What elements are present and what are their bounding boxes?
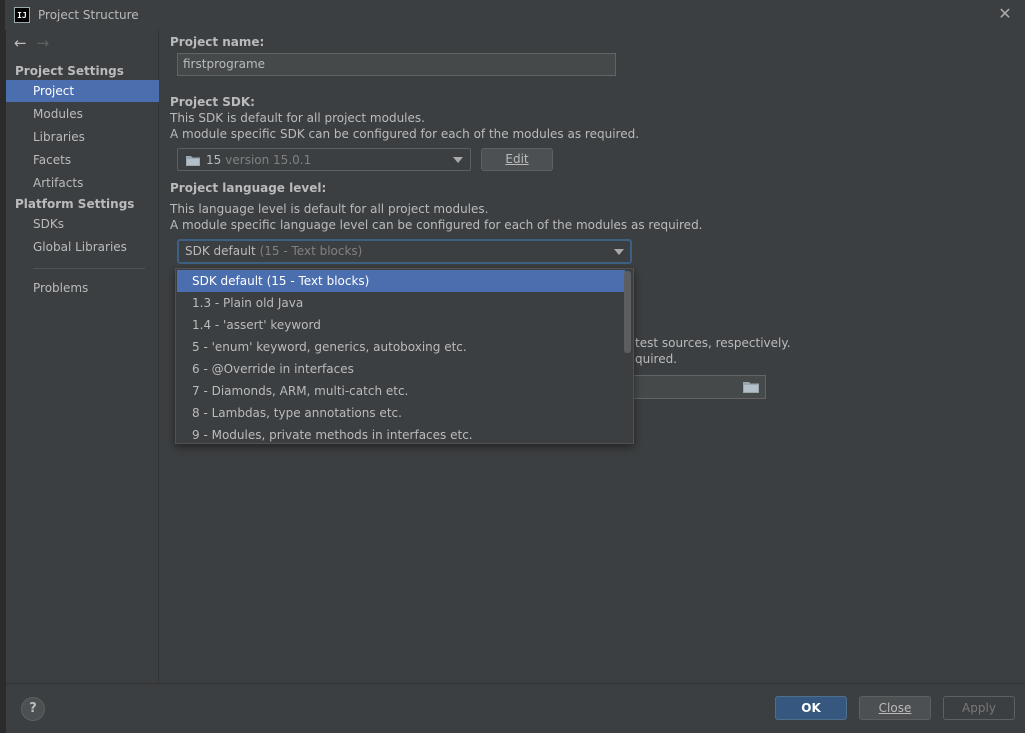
sidebar-item-modules[interactable]: Modules xyxy=(6,103,159,125)
language-option[interactable]: 9 - Modules, private methods in interfac… xyxy=(177,424,625,446)
language-option[interactable]: 7 - Diamonds, ARM, multi-catch etc. xyxy=(177,380,625,402)
compiler-output-input[interactable] xyxy=(632,375,766,399)
language-option[interactable]: 5 - 'enum' keyword, generics, autoboxing… xyxy=(177,336,625,358)
sidebar-item-libraries[interactable]: Libraries xyxy=(6,126,159,148)
sidebar: ← → Project Settings Project Modules Lib… xyxy=(6,30,159,683)
sidebar-item-artifacts[interactable]: Artifacts xyxy=(6,172,159,194)
project-name-label: Project name: xyxy=(170,35,265,49)
sidebar-header-project-settings: Project Settings xyxy=(15,64,124,78)
arrow-left-icon[interactable]: ← xyxy=(14,34,27,52)
project-structure-dialog: IJ Project Structure ✕ ← → Project Setti… xyxy=(0,0,1025,733)
dialog-button-bar: ? OK Close Apply xyxy=(6,683,1025,733)
language-help-text-1: This language level is default for all p… xyxy=(170,202,489,216)
language-option[interactable]: SDK default (15 - Text blocks) xyxy=(177,270,625,292)
sidebar-item-facets[interactable]: Facets xyxy=(6,149,159,171)
navigation-arrows: ← → xyxy=(14,34,49,52)
window-title: Project Structure xyxy=(38,8,139,22)
language-level-label: Project language level: xyxy=(170,181,327,195)
language-help-text-2: A module specific language level can be … xyxy=(170,218,703,232)
language-level-dropdown[interactable]: SDK default (15 - Text blocks) xyxy=(177,239,632,264)
apply-button[interactable]: Apply xyxy=(943,696,1015,720)
language-level-popup: SDK default (15 - Text blocks) 1.3 - Pla… xyxy=(175,268,634,444)
sdk-help-text-2: A module specific SDK can be configured … xyxy=(170,127,640,141)
help-button[interactable]: ? xyxy=(21,697,45,721)
language-option[interactable]: 8 - Lambdas, type annotations etc. xyxy=(177,402,625,424)
language-level-value: SDK default xyxy=(185,244,256,258)
ok-button[interactable]: OK xyxy=(775,696,847,720)
folder-icon[interactable] xyxy=(743,381,759,396)
sdk-help-text-1: This SDK is default for all project modu… xyxy=(170,111,425,125)
project-sdk-label: Project SDK: xyxy=(170,95,255,109)
sidebar-divider xyxy=(33,268,145,269)
project-name-input[interactable]: firstprograme xyxy=(177,53,616,76)
title-bar: IJ Project Structure ✕ xyxy=(5,0,1025,30)
obscured-text-fragment-1: test sources, respectively. xyxy=(635,336,791,350)
chevron-down-icon xyxy=(614,249,624,255)
sdk-version: version 15.0.1 xyxy=(225,152,312,167)
edit-sdk-button[interactable]: Edit xyxy=(481,148,553,171)
sdk-name: 15 xyxy=(206,152,222,167)
sidebar-item-problems[interactable]: Problems xyxy=(6,277,159,299)
sidebar-header-platform-settings: Platform Settings xyxy=(15,197,135,211)
popup-scrollbar-thumb[interactable] xyxy=(624,271,631,353)
popup-scrollbar[interactable] xyxy=(624,270,632,442)
project-sdk-dropdown[interactable]: 15 version 15.0.1 xyxy=(177,148,471,171)
sidebar-item-sdks[interactable]: SDKs xyxy=(6,213,159,235)
sidebar-item-global-libraries[interactable]: Global Libraries xyxy=(6,236,159,258)
intellij-logo-icon: IJ xyxy=(14,7,30,23)
chevron-down-icon xyxy=(453,157,463,163)
arrow-right-icon[interactable]: → xyxy=(37,34,50,52)
language-option[interactable]: 1.4 - 'assert' keyword xyxy=(177,314,625,336)
folder-icon xyxy=(186,155,200,166)
language-option[interactable]: 1.3 - Plain old Java xyxy=(177,292,625,314)
language-level-detail: (15 - Text blocks) xyxy=(259,244,363,258)
close-window-icon[interactable]: ✕ xyxy=(998,6,1012,22)
language-option[interactable]: 6 - @Override in interfaces xyxy=(177,358,625,380)
sidebar-item-project[interactable]: Project xyxy=(6,80,159,102)
close-button[interactable]: Close xyxy=(859,696,931,720)
obscured-text-fragment-2: quired. xyxy=(635,352,678,366)
